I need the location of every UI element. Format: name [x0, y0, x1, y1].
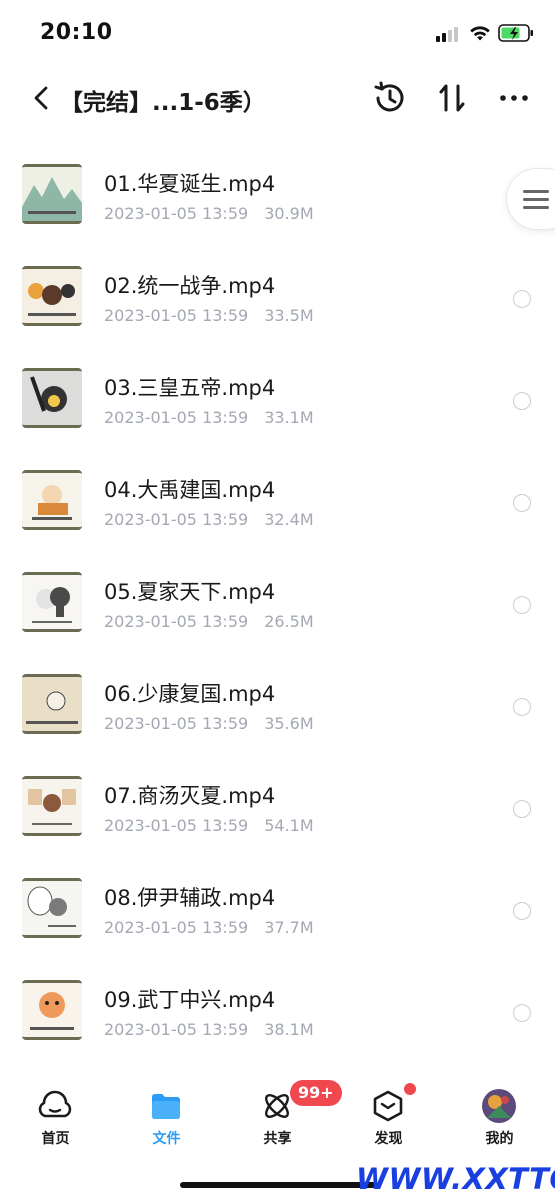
file-size: 32.4M: [264, 510, 314, 529]
file-row[interactable]: 01.华夏诞生.mp4 2023-01-05 13:59 30.9M: [0, 150, 555, 252]
video-thumbnail: [22, 776, 82, 836]
file-date: 2023-01-05 13:59: [104, 816, 249, 835]
file-meta: 2023-01-05 13:59 38.1M: [104, 1020, 314, 1039]
file-size: 54.1M: [264, 816, 314, 835]
file-row[interactable]: 07.商汤灭夏.mp4 2023-01-05 13:59 54.1M: [0, 762, 555, 864]
file-name: 06.少康复国.mp4: [104, 682, 276, 706]
file-row[interactable]: 03.三皇五帝.mp4 2023-01-05 13:59 33.1M: [0, 354, 555, 456]
file-meta: 2023-01-05 13:59 54.1M: [104, 816, 314, 835]
file-size: 38.1M: [264, 1020, 314, 1039]
file-size: 33.5M: [264, 306, 314, 325]
wifi-icon: [470, 26, 490, 41]
select-radio[interactable]: [513, 392, 531, 410]
tab-label: 发现: [374, 1131, 403, 1147]
watermark-text: WWW.XXTTQ.COM: [356, 1162, 555, 1196]
video-thumbnail: [22, 980, 82, 1040]
file-name: 04.大禹建国.mp4: [104, 478, 276, 502]
status-bar: 20:10: [0, 0, 555, 68]
file-meta: 2023-01-05 13:59 26.5M: [104, 612, 314, 631]
file-date: 2023-01-05 13:59: [104, 204, 249, 223]
file-name: 08.伊尹辅政.mp4: [104, 886, 276, 910]
select-radio[interactable]: [513, 494, 531, 512]
file-name: 05.夏家天下.mp4: [104, 580, 276, 604]
file-row[interactable]: 08.伊尹辅政.mp4 2023-01-05 13:59 37.7M: [0, 864, 555, 966]
tab-files[interactable]: 文件: [111, 1078, 222, 1158]
tab-label: 我的: [485, 1131, 514, 1147]
history-icon[interactable]: [370, 78, 410, 118]
file-meta: 2023-01-05 13:59 33.1M: [104, 408, 314, 427]
file-date: 2023-01-05 13:59: [104, 612, 249, 631]
more-options-icon[interactable]: [494, 78, 534, 118]
video-thumbnail: [22, 674, 82, 734]
file-meta: 2023-01-05 13:59 33.5M: [104, 306, 314, 325]
tab-label: 文件: [152, 1131, 181, 1147]
share-badge: 99+: [290, 1080, 342, 1106]
video-thumbnail: [22, 266, 82, 326]
home-cloud-icon: [38, 1090, 72, 1118]
file-browser-screen: 20:10 【完结】...1-6季） 01.华夏诞生.mp4 2023-01-0…: [0, 0, 555, 1200]
select-radio[interactable]: [513, 1004, 531, 1022]
file-date: 2023-01-05 13:59: [104, 1020, 249, 1039]
video-thumbnail: [22, 470, 82, 530]
discover-badge-dot: [404, 1083, 416, 1095]
file-meta: 2023-01-05 13:59 35.6M: [104, 714, 314, 733]
sort-icon[interactable]: [432, 78, 472, 118]
file-size: 33.1M: [264, 408, 314, 427]
file-meta: 2023-01-05 13:59 30.9M: [104, 204, 314, 223]
file-date: 2023-01-05 13:59: [104, 408, 249, 427]
file-row[interactable]: 09.武丁中兴.mp4 2023-01-05 13:59 38.1M: [0, 966, 555, 1068]
file-name: 09.武丁中兴.mp4: [104, 988, 276, 1012]
file-size: 30.9M: [264, 204, 314, 223]
file-row[interactable]: 02.统一战争.mp4 2023-01-05 13:59 33.5M: [0, 252, 555, 354]
select-radio[interactable]: [513, 596, 531, 614]
video-thumbnail: [22, 572, 82, 632]
file-date: 2023-01-05 13:59: [104, 714, 249, 733]
battery-icon: [498, 24, 533, 42]
file-size: 26.5M: [264, 612, 314, 631]
select-radio[interactable]: [513, 800, 531, 818]
file-row[interactable]: 05.夏家天下.mp4 2023-01-05 13:59 26.5M: [0, 558, 555, 660]
back-icon[interactable]: [26, 80, 58, 116]
folder-icon: [152, 1094, 180, 1119]
tab-label: 首页: [41, 1131, 70, 1147]
file-row[interactable]: 04.大禹建国.mp4 2023-01-05 13:59 32.4M: [0, 456, 555, 558]
tab-profile[interactable]: 我的: [444, 1078, 555, 1158]
select-radio[interactable]: [513, 290, 531, 308]
video-thumbnail: [22, 164, 82, 224]
file-row[interactable]: 06.少康复国.mp4 2023-01-05 13:59 35.6M: [0, 660, 555, 762]
status-time: 20:10: [40, 20, 113, 45]
nav-header: 【完结】...1-6季）: [0, 68, 555, 130]
file-date: 2023-01-05 13:59: [104, 306, 249, 325]
video-thumbnail: [22, 878, 82, 938]
tab-home[interactable]: 首页: [0, 1078, 111, 1158]
file-meta: 2023-01-05 13:59 37.7M: [104, 918, 314, 937]
select-radio[interactable]: [513, 698, 531, 716]
file-name: 01.华夏诞生.mp4: [104, 172, 276, 196]
folder-title: 【完结】...1-6季）: [60, 90, 266, 116]
video-thumbnail: [22, 368, 82, 428]
file-name: 03.三皇五帝.mp4: [104, 376, 276, 400]
home-indicator: [180, 1182, 376, 1188]
file-name: 02.统一战争.mp4: [104, 274, 276, 298]
file-meta: 2023-01-05 13:59 32.4M: [104, 510, 314, 529]
file-name: 07.商汤灭夏.mp4: [104, 784, 276, 808]
select-radio[interactable]: [513, 902, 531, 920]
file-date: 2023-01-05 13:59: [104, 510, 249, 529]
discover-box-icon: [373, 1090, 403, 1122]
cellular-signal-icon: [436, 26, 462, 42]
file-size: 37.7M: [264, 918, 314, 937]
file-size: 35.6M: [264, 714, 314, 733]
tab-discover[interactable]: 发现: [333, 1078, 444, 1158]
file-date: 2023-01-05 13:59: [104, 918, 249, 937]
avatar-icon: [482, 1089, 516, 1123]
tab-label: 共享: [263, 1131, 292, 1147]
